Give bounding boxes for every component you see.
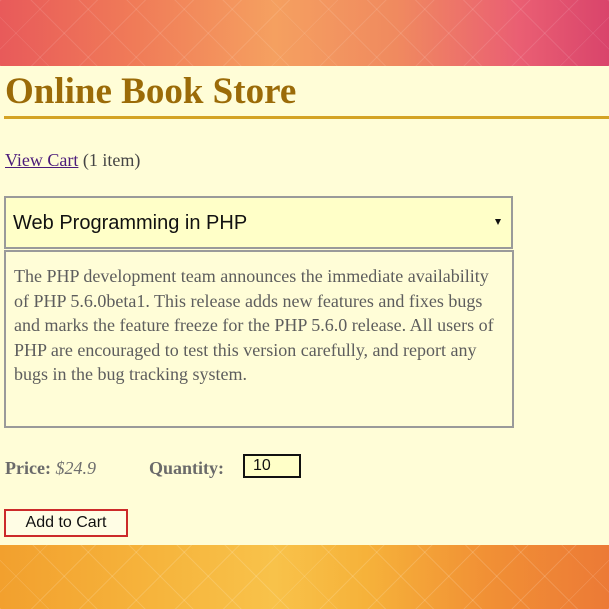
- price-quantity-row: Price: $24.9 Quantity:: [5, 454, 605, 482]
- price-value: $24.9: [55, 458, 96, 478]
- dropdown-arrow-icon: [495, 219, 501, 225]
- main-content: Online Book Store View Cart (1 item) Web…: [0, 66, 609, 545]
- book-description: The PHP development team announces the i…: [14, 266, 494, 385]
- add-to-cart-button[interactable]: Add to Cart: [4, 509, 128, 537]
- page-title: Online Book Store: [5, 71, 297, 112]
- header-banner: [0, 0, 609, 66]
- quantity-label: Quantity:: [149, 458, 225, 478]
- title-divider: [4, 116, 609, 119]
- view-cart-link[interactable]: View Cart: [5, 150, 78, 170]
- book-select-dropdown[interactable]: Web Programming in PHP: [4, 196, 513, 249]
- quantity-group: Quantity:: [149, 454, 301, 480]
- quantity-input[interactable]: [243, 454, 301, 478]
- cart-item-count: (1 item): [82, 150, 141, 170]
- price-label: Price:: [5, 458, 51, 478]
- cart-summary: View Cart (1 item): [5, 149, 140, 171]
- book-description-box: The PHP development team announces the i…: [4, 250, 514, 428]
- book-select-value: Web Programming in PHP: [13, 212, 248, 234]
- footer-banner: [0, 545, 609, 609]
